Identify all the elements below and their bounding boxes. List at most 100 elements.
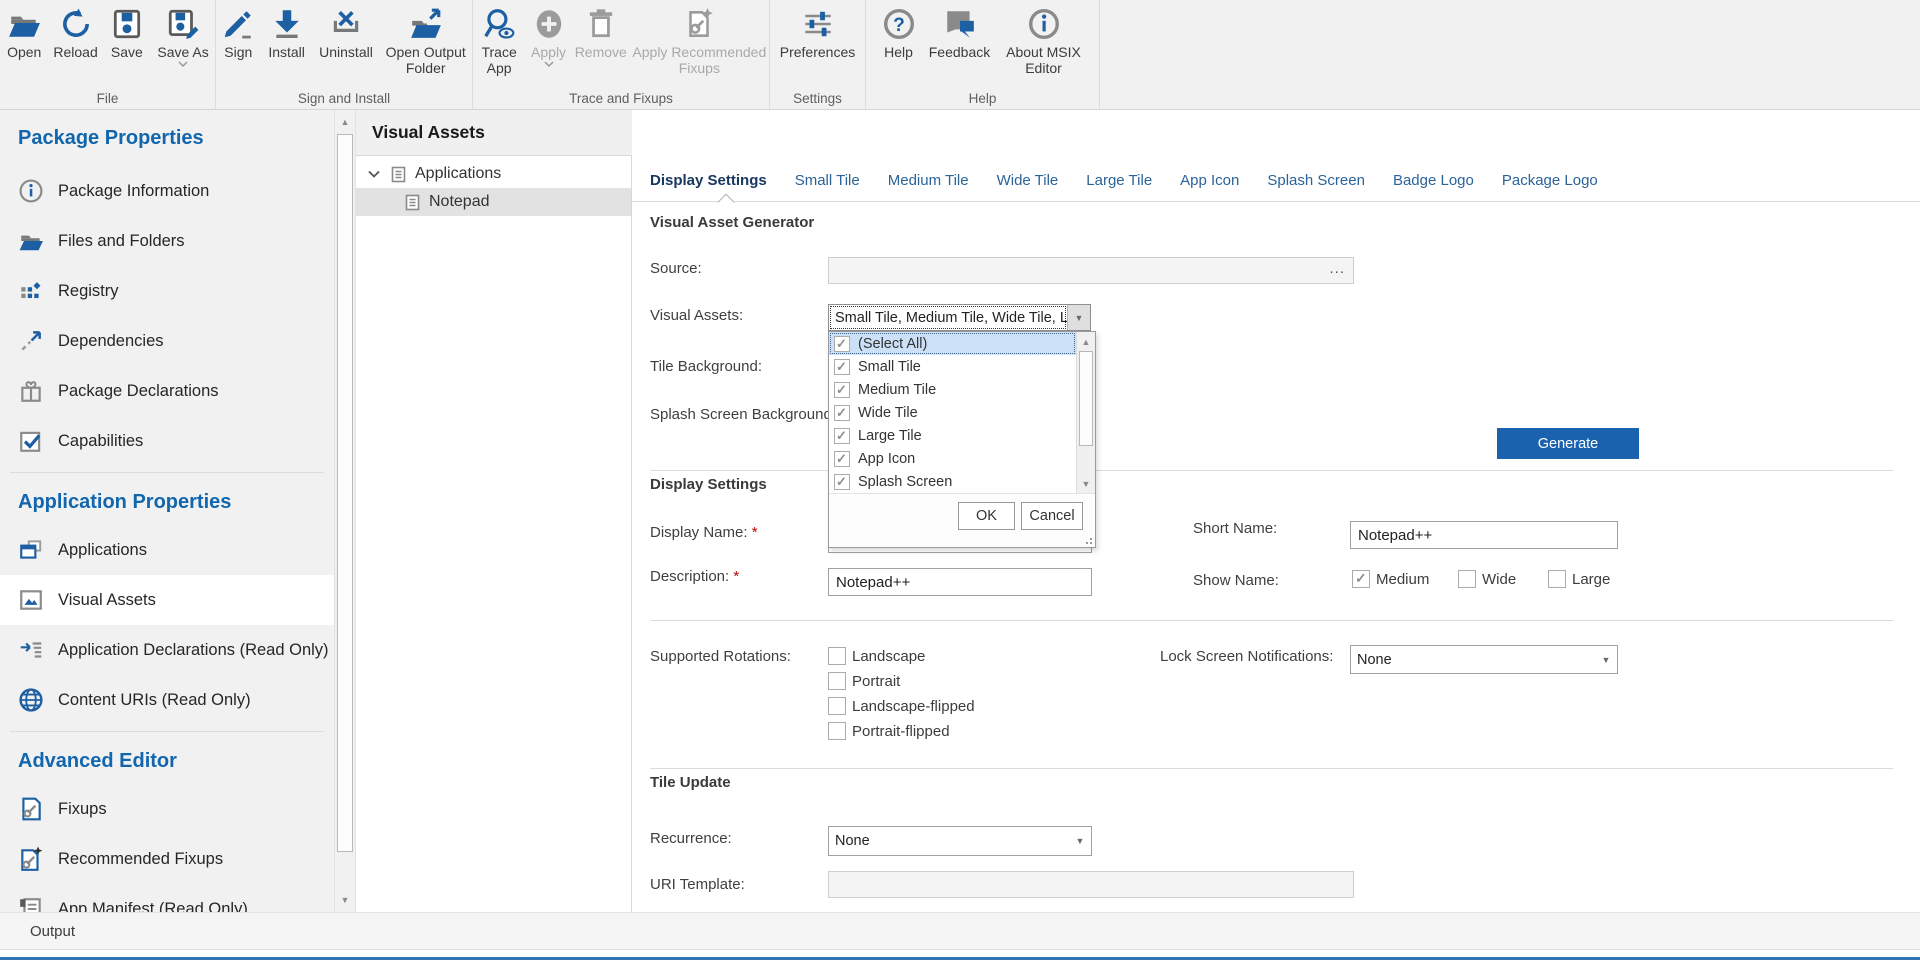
about-msix-editor-button[interactable]: About MSIX Editor [999, 7, 1089, 76]
checkbox-checked[interactable] [834, 451, 850, 467]
dropdown-chevron-icon[interactable] [178, 61, 188, 68]
sidebar-item-dependencies[interactable]: Dependencies [0, 316, 334, 366]
dropdown-scrollbar-thumb[interactable] [1079, 351, 1093, 446]
visual-assets-combobox[interactable]: Small Tile, Medium Tile, Wide Tile, Larg… [828, 304, 1091, 331]
dropdown-item-small-tile[interactable]: Small Tile [829, 355, 1076, 378]
sidebar-item-fixups[interactable]: Fixups [0, 784, 334, 834]
tab-small-tile[interactable]: Small Tile [795, 172, 860, 189]
tab-display-settings[interactable]: Display Settings [650, 172, 767, 189]
reload-button[interactable]: Reload [50, 7, 100, 60]
checkbox-label: Large [1572, 571, 1610, 588]
short-name-input[interactable]: Notepad++ [1350, 521, 1618, 549]
rotation-option-portrait[interactable]: Portrait [828, 672, 900, 690]
browse-button[interactable]: ... [1329, 260, 1345, 277]
description-input[interactable]: Notepad++ [828, 568, 1092, 596]
sidebar-item-package-information[interactable]: Package Information [0, 166, 334, 216]
sidebar-item-content-uris-read-only[interactable]: Content URIs (Read Only) [0, 675, 334, 725]
generate-button[interactable]: Generate [1497, 428, 1639, 459]
toolbar-group-sign-and-install: SignInstallUninstallOpen Output FolderSi… [216, 0, 473, 109]
chevron-down-icon[interactable]: ▼ [1067, 305, 1090, 330]
source-input[interactable]: ... [828, 257, 1354, 284]
rotation-option-landscape[interactable]: Landscape [828, 647, 925, 665]
tab-package-logo[interactable]: Package Logo [1502, 172, 1598, 189]
dropdown-item-app-icon[interactable]: App Icon [829, 447, 1076, 470]
save-button[interactable]: Save [105, 7, 149, 60]
tab-app-icon[interactable]: App Icon [1180, 172, 1239, 189]
show-name-option-medium[interactable]: Medium [1352, 570, 1429, 588]
application-declarations-icon [18, 637, 44, 663]
ok-button[interactable]: OK [958, 502, 1015, 530]
checkbox-checked[interactable] [1352, 570, 1370, 588]
checkbox[interactable] [1458, 570, 1476, 588]
checkbox-checked[interactable] [834, 382, 850, 398]
toolbar-button-label: Reload [53, 44, 97, 60]
show-name-option-wide[interactable]: Wide [1458, 570, 1516, 588]
scroll-up-icon[interactable]: ▲ [335, 112, 355, 132]
short-name-label: Short Name: [1193, 520, 1277, 537]
install-button[interactable]: Install [263, 7, 311, 60]
lock-screen-notifications-combobox[interactable]: None ▼ [1350, 645, 1618, 674]
save-as-button[interactable]: Save As [153, 7, 213, 68]
checkbox-label: Landscape [852, 648, 925, 665]
dropdown-item-wide-tile[interactable]: Wide Tile [829, 401, 1076, 424]
toolbar-button-label: Remove [575, 44, 627, 60]
scroll-up-icon[interactable]: ▲ [1077, 333, 1095, 350]
checkbox-checked[interactable] [834, 359, 850, 375]
sidebar-item-recommended-fixups[interactable]: Recommended Fixups [0, 834, 334, 884]
checkbox[interactable] [828, 722, 846, 740]
open-button[interactable]: Open [2, 7, 46, 60]
sidebar-item-applications[interactable]: Applications [0, 525, 334, 575]
help-button[interactable]: ?Help [877, 7, 921, 60]
dropdown-scrollbar[interactable]: ▲ ▼ [1076, 332, 1095, 493]
sidebar-item-files-and-folders[interactable]: Files and Folders [0, 216, 334, 266]
sidebar-scrollbar-thumb[interactable] [337, 134, 353, 852]
dropdown-item-splash-screen[interactable]: Splash Screen [829, 470, 1076, 493]
checkbox-checked[interactable] [834, 405, 850, 421]
rotation-option-landscape-flipped[interactable]: Landscape-flipped [828, 697, 975, 715]
preferences-button[interactable]: Preferences [774, 7, 862, 60]
bottom-accent-line [0, 957, 1920, 960]
checkbox-checked[interactable] [834, 428, 850, 444]
tab-splash-screen[interactable]: Splash Screen [1267, 172, 1365, 189]
resize-grip-icon[interactable] [1083, 535, 1092, 544]
tab-badge-logo[interactable]: Badge Logo [1393, 172, 1474, 189]
uri-template-input[interactable] [828, 871, 1354, 898]
scroll-down-icon[interactable]: ▼ [1077, 475, 1095, 492]
tab-medium-tile[interactable]: Medium Tile [888, 172, 969, 189]
scroll-down-icon[interactable]: ▼ [335, 890, 355, 910]
show-name-option-large[interactable]: Large [1548, 570, 1610, 588]
sidebar-item-registry[interactable]: Registry [0, 266, 334, 316]
rotation-option-portrait-flipped[interactable]: Portrait-flipped [828, 722, 950, 740]
sidebar-item-application-declarations-read-only[interactable]: Application Declarations (Read Only) [0, 625, 334, 675]
uninstall-button[interactable]: Uninstall [315, 7, 378, 60]
checkbox-checked[interactable] [834, 474, 850, 490]
feedback-button[interactable]: Feedback [925, 7, 995, 60]
sidebar-scrollbar[interactable]: ▲ ▼ [334, 110, 356, 912]
recurrence-combobox[interactable]: None ▼ [828, 826, 1092, 856]
chevron-down-icon[interactable] [366, 166, 382, 182]
checkbox[interactable] [828, 647, 846, 665]
sidebar-item-visual-assets[interactable]: Visual Assets [0, 575, 334, 625]
tab-wide-tile[interactable]: Wide Tile [997, 172, 1059, 189]
checkbox[interactable] [828, 697, 846, 715]
dropdown-item-select-all[interactable]: (Select All) [829, 332, 1076, 355]
dropdown-item-label: Wide Tile [858, 405, 918, 421]
dropdown-item-large-tile[interactable]: Large Tile [829, 424, 1076, 447]
checkbox-checked[interactable] [834, 336, 850, 352]
sign-button[interactable]: Sign [218, 7, 259, 60]
trace-app-button[interactable]: Trace App [475, 7, 523, 76]
cancel-button[interactable]: Cancel [1021, 502, 1083, 530]
checkbox[interactable] [828, 672, 846, 690]
dropdown-item-medium-tile[interactable]: Medium Tile [829, 378, 1076, 401]
sidebar-item-capabilities[interactable]: Capabilities [0, 416, 334, 466]
open-output-folder-button[interactable]: Open Output Folder [381, 7, 470, 76]
tree-node-notepad[interactable]: Notepad [356, 188, 631, 216]
dropdown-item-label: App Icon [858, 451, 915, 467]
tab-large-tile[interactable]: Large Tile [1086, 172, 1152, 189]
output-bar[interactable]: Output [0, 912, 1920, 950]
dropdown-chevron-icon[interactable] [544, 61, 554, 68]
tree-node-applications[interactable]: Applications [356, 160, 631, 188]
sidebar-item-app-manifest-read-only[interactable]: App Manifest (Read Only) [0, 884, 334, 912]
sidebar-item-package-declarations[interactable]: Package Declarations [0, 366, 334, 416]
checkbox[interactable] [1548, 570, 1566, 588]
